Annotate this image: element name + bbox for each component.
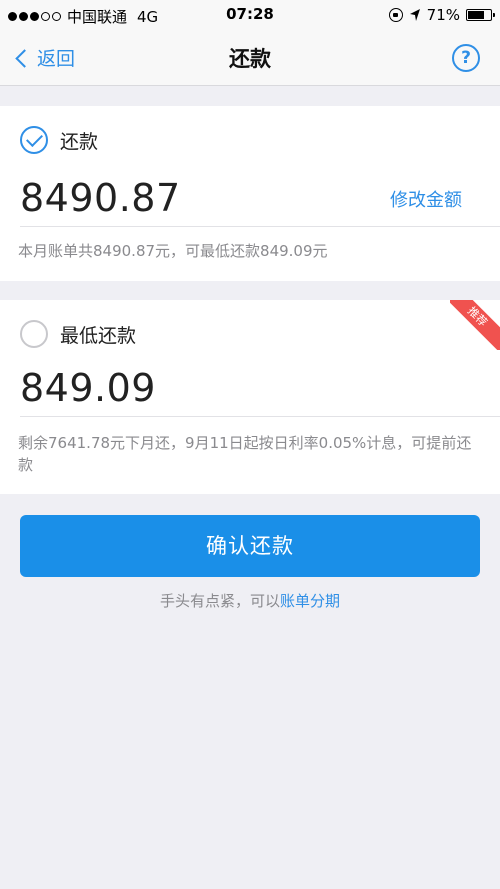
recommend-ribbon: 推荐 — [450, 300, 500, 350]
full-payment-label: 还款 — [60, 130, 99, 153]
full-payment-note: 本月账单共8490.87元，可最低还款849.09元 — [18, 242, 328, 260]
nav-bar: 返回 还款 ? — [0, 30, 500, 86]
page-title: 还款 — [229, 47, 271, 71]
minimum-payment-label: 最低还款 — [60, 324, 137, 347]
location-arrow-icon — [409, 9, 420, 21]
installment-hint: 手头有点紧，可以账单分期 — [0, 590, 500, 611]
modify-amount-link[interactable]: 修改金额 — [390, 186, 462, 212]
divider — [20, 226, 500, 227]
radio-icon[interactable] — [20, 320, 48, 348]
installment-link[interactable]: 账单分期 — [280, 592, 340, 610]
status-bar: 中国联通 4G 07:28 71% — [0, 0, 500, 30]
minimum-payment-card: 推荐 最低还款 849.09 剩余7641.78元下月还，9月11日起按日利率0… — [0, 300, 500, 494]
battery-percent: 71% — [426, 6, 460, 24]
battery-fill — [468, 11, 484, 19]
status-right: 71% — [388, 6, 495, 24]
full-payment-card: 还款 8490.87 修改金额 本月账单共8490.87元，可最低还款849.0… — [0, 106, 500, 281]
hint-text: 手头有点紧，可以 — [159, 592, 280, 610]
divider — [20, 416, 500, 417]
orientation-lock-icon — [388, 8, 403, 22]
help-icon[interactable]: ? — [452, 44, 480, 72]
full-payment-amount: 8490.87 — [20, 176, 181, 220]
checkmark-radio-icon[interactable] — [20, 126, 48, 154]
battery-icon — [466, 9, 495, 21]
minimum-payment-amount: 849.09 — [20, 366, 156, 410]
full-payment-option[interactable]: 还款 — [20, 126, 98, 154]
minimum-payment-option[interactable]: 最低还款 — [20, 320, 136, 348]
confirm-payment-button[interactable]: 确认还款 — [20, 515, 480, 577]
minimum-payment-note: 剩余7641.78元下月还，9月11日起按日利率0.05%计息，可提前还款 — [18, 434, 472, 474]
recommend-badge: 推荐 — [450, 300, 500, 350]
